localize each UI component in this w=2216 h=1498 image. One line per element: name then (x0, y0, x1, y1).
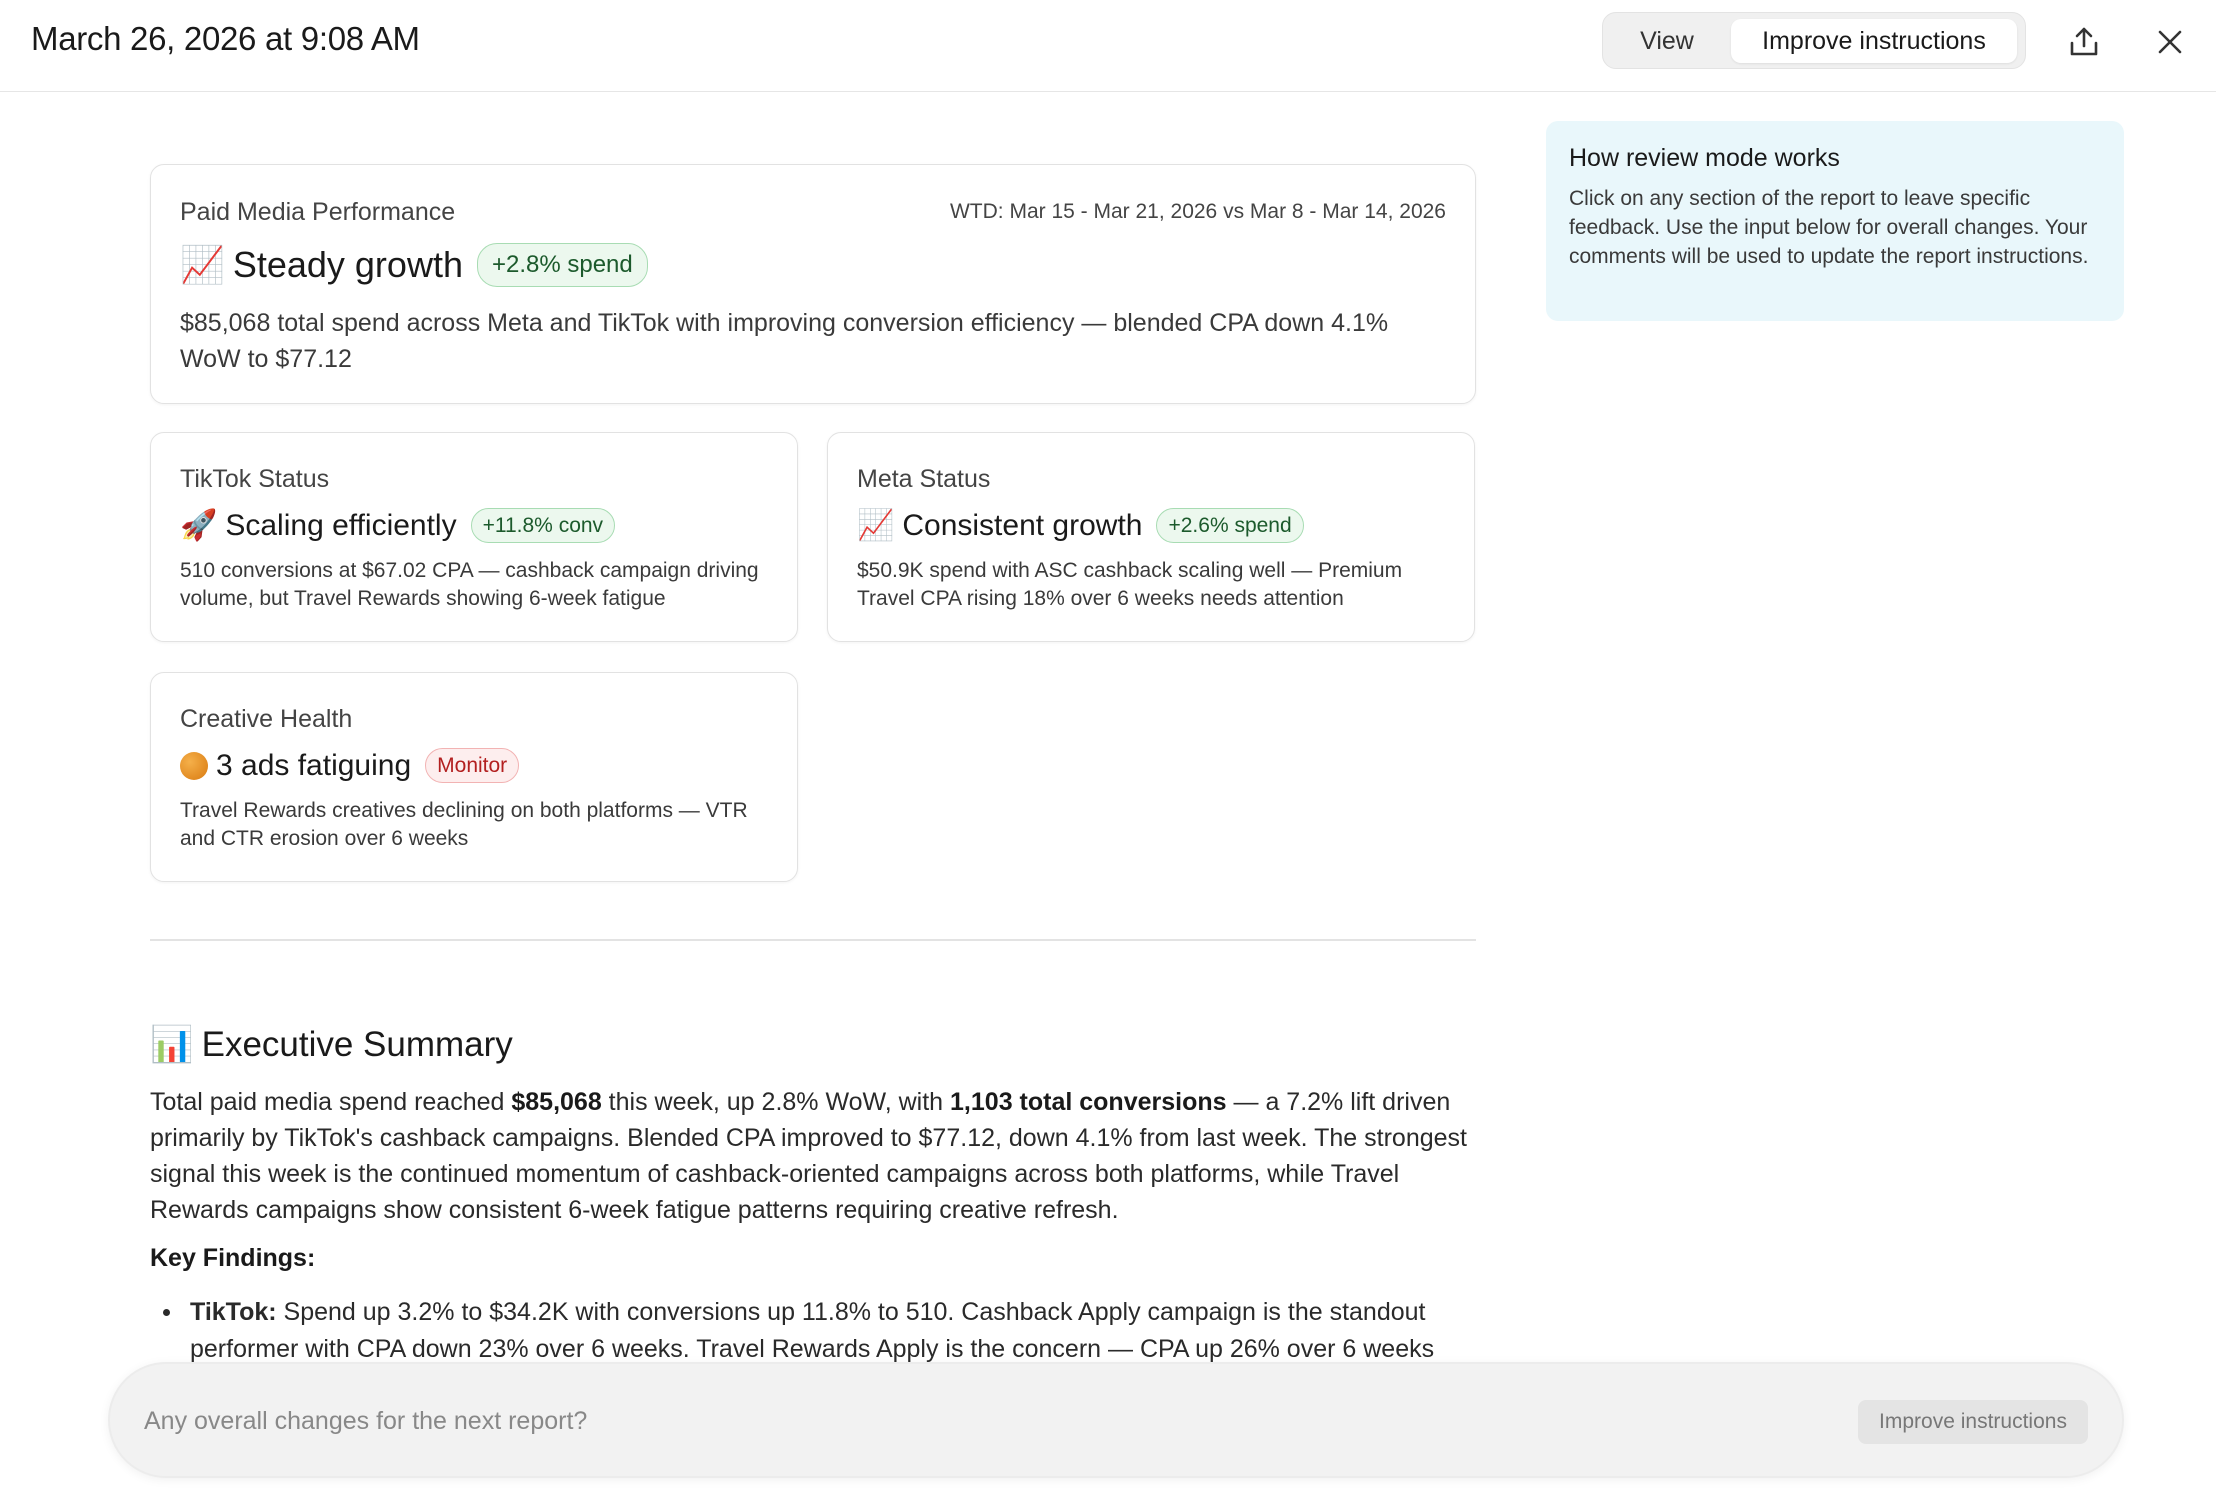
status-badge: +2.6% spend (1156, 508, 1304, 543)
paid-media-performance-card[interactable]: Paid Media Performance WTD: Mar 15 - Mar… (150, 164, 1476, 404)
info-body: Click on any section of the report to le… (1569, 187, 2089, 268)
date-range: WTD: Mar 15 - Mar 21, 2026 vs Mar 8 - Ma… (949, 200, 1446, 223)
card-label: Creative Health (180, 705, 353, 733)
tab-view[interactable]: View (1621, 21, 1713, 61)
executive-summary-heading[interactable]: 📊 Executive Summary (150, 1024, 513, 1065)
chart-increasing-icon: 📈 (857, 509, 895, 542)
orange-circle-icon (180, 751, 208, 780)
share-button[interactable] (2060, 18, 2108, 66)
status-line: 📈 Steady growth +2.8% spend (180, 243, 648, 287)
section-divider (150, 939, 1476, 941)
card-description: 510 conversions at $67.02 CPA — cashback… (180, 559, 759, 610)
key-findings-list: TikTok: Spend up 3.2% to $34.2K with con… (150, 1294, 1480, 1368)
tab-improve-instructions[interactable]: Improve instructions (1731, 19, 2017, 63)
share-icon (2070, 27, 2098, 56)
summary-text: Total paid media spend reached (150, 1088, 512, 1116)
key-findings-label: Key Findings: (150, 1244, 316, 1272)
status-text: Scaling efficiently (225, 508, 457, 542)
status-text: Consistent growth (902, 508, 1143, 542)
creative-health-card[interactable]: Creative Health 3 ads fatiguing Monitor … (150, 672, 798, 882)
status-text: 3 ads fatiguing (216, 748, 412, 782)
status-badge: +2.8% spend (476, 243, 648, 287)
card-description: $85,068 total spend across Meta and TikT… (180, 309, 1389, 373)
card-description: $50.9K spend with ASC cashback scaling w… (857, 559, 1403, 610)
card-label: Meta Status (857, 465, 991, 493)
heading-text: Executive Summary (201, 1024, 513, 1064)
summary-conversions-value: 1,103 total conversions (950, 1088, 1227, 1116)
feedback-bar: Improve instructions (108, 1362, 2124, 1478)
improve-instructions-button[interactable]: Improve instructions (1858, 1400, 2088, 1444)
info-title: How review mode works (1569, 144, 1840, 172)
list-item[interactable]: TikTok: Spend up 3.2% to $34.2K with con… (150, 1294, 1480, 1368)
status-text: Steady growth (232, 244, 463, 285)
top-bar: March 26, 2026 at 9:08 AM View Improve i… (0, 0, 2216, 92)
card-description: Travel Rewards creatives declining on bo… (180, 799, 748, 850)
status-line: 3 ads fatiguing Monitor (180, 748, 520, 783)
review-mode-info-panel: How review mode works Click on any secti… (1546, 121, 2124, 321)
tiktok-status-card[interactable]: TikTok Status 🚀 Scaling efficiently +11.… (150, 432, 798, 642)
status-line: 📈 Consistent growth +2.6% spend (857, 508, 1304, 543)
mode-switcher: View Improve instructions (1602, 12, 2026, 69)
bar-chart-icon: 📊 (150, 1025, 194, 1064)
finding-text: Spend up 3.2% to $34.2K with conversions… (190, 1298, 1435, 1363)
chart-increasing-icon: 📈 (180, 244, 225, 285)
meta-status-card[interactable]: Meta Status 📈 Consistent growth +2.6% sp… (827, 432, 1475, 642)
status-badge: Monitor (425, 748, 520, 783)
report-title: March 26, 2026 at 9:08 AM (31, 20, 420, 57)
finding-lead: TikTok: (190, 1298, 277, 1326)
status-line: 🚀 Scaling efficiently +11.8% conv (180, 508, 616, 543)
executive-summary-paragraph[interactable]: Total paid media spend reached $85,068 t… (150, 1084, 1480, 1228)
overall-changes-input[interactable] (144, 1394, 1744, 1448)
rocket-icon: 🚀 (180, 509, 218, 542)
close-button[interactable] (2146, 18, 2194, 66)
card-label: Paid Media Performance (180, 198, 456, 226)
close-icon (2158, 30, 2182, 54)
summary-spend-value: $85,068 (511, 1088, 602, 1116)
card-label: TikTok Status (180, 465, 330, 493)
status-badge: +11.8% conv (470, 508, 616, 543)
summary-text: this week, up 2.8% WoW, with (601, 1088, 951, 1116)
